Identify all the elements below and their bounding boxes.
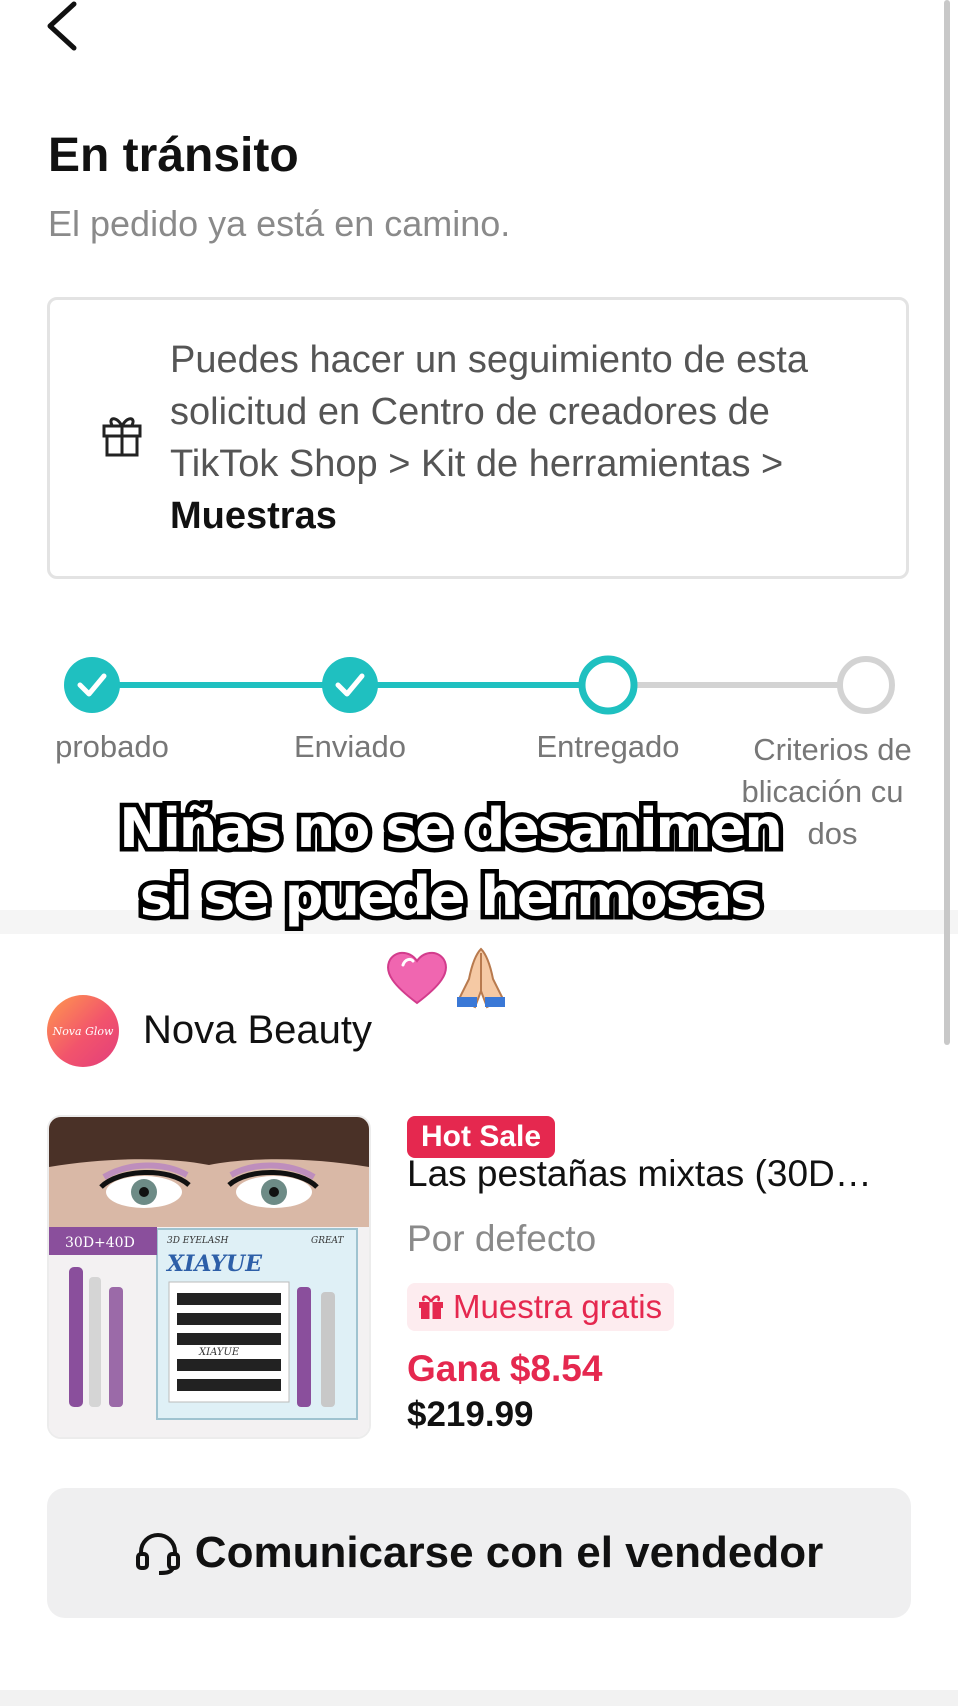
product-variant: Por defecto <box>407 1218 597 1259</box>
tracking-info-text: Puedes hacer un seguimiento de esta soli… <box>170 339 808 537</box>
svg-text:3D EYELASH: 3D EYELASH <box>167 1236 229 1246</box>
emoji-heart-pray <box>385 945 515 1014</box>
overlay-caption: Niñas no se desanimen si se puede hermos… <box>115 793 788 933</box>
step-label-sent: Enviado <box>293 729 407 764</box>
product-price: $219.99 <box>407 1395 534 1434</box>
scrollbar[interactable] <box>944 0 950 1045</box>
product-name[interactable]: Las pestañas mixtas (30D… <box>407 1153 917 1195</box>
svg-text:30D+40D: 30D+40D <box>65 1235 135 1251</box>
page-subtitle: El pedido ya está en camino. <box>48 203 511 244</box>
hot-sale-badge: Hot Sale <box>407 1116 556 1158</box>
shop-name[interactable]: Nova Beauty <box>143 1008 372 1053</box>
contact-seller-label: Comunicarse con el vendedor <box>194 1528 824 1577</box>
headset-icon <box>135 1532 180 1575</box>
step-sent-check <box>322 657 378 713</box>
svg-text:GREAT: GREAT <box>311 1236 345 1246</box>
svg-text:Nova Glow: Nova Glow <box>52 1025 114 1038</box>
samples-link-text: Muestras <box>170 495 337 537</box>
bottom-divider <box>0 1690 958 1706</box>
step-criteria-pending <box>837 656 895 714</box>
step-label-approved: probado <box>55 729 169 764</box>
gift-icon <box>100 412 144 458</box>
svg-text:XIAYUE: XIAYUE <box>165 1251 263 1277</box>
shop-avatar[interactable]: Nova Glow <box>47 995 119 1067</box>
svg-text:XIAYUE: XIAYUE <box>198 1347 240 1358</box>
chevron-left-icon <box>47 1 77 51</box>
product-image[interactable]: 30D+40D 3D EYELASH XIAYUE GREAT XIAYUE <box>47 1115 371 1439</box>
page-title: En tránsito <box>48 129 299 182</box>
step-approved-check <box>64 657 120 713</box>
back-button[interactable] <box>38 0 88 56</box>
gift-icon <box>419 1295 443 1319</box>
step-delivered-current <box>578 655 638 715</box>
free-sample-label: Muestra gratis <box>453 1288 663 1325</box>
contact-seller-button[interactable]: Comunicarse con el vendedor <box>47 1488 911 1618</box>
free-sample-badge: Muestra gratis <box>407 1283 675 1331</box>
earn-amount: Gana $8.54 <box>407 1348 603 1389</box>
progress-stepper <box>64 655 895 715</box>
step-label-delivered: Entregado <box>536 729 680 764</box>
